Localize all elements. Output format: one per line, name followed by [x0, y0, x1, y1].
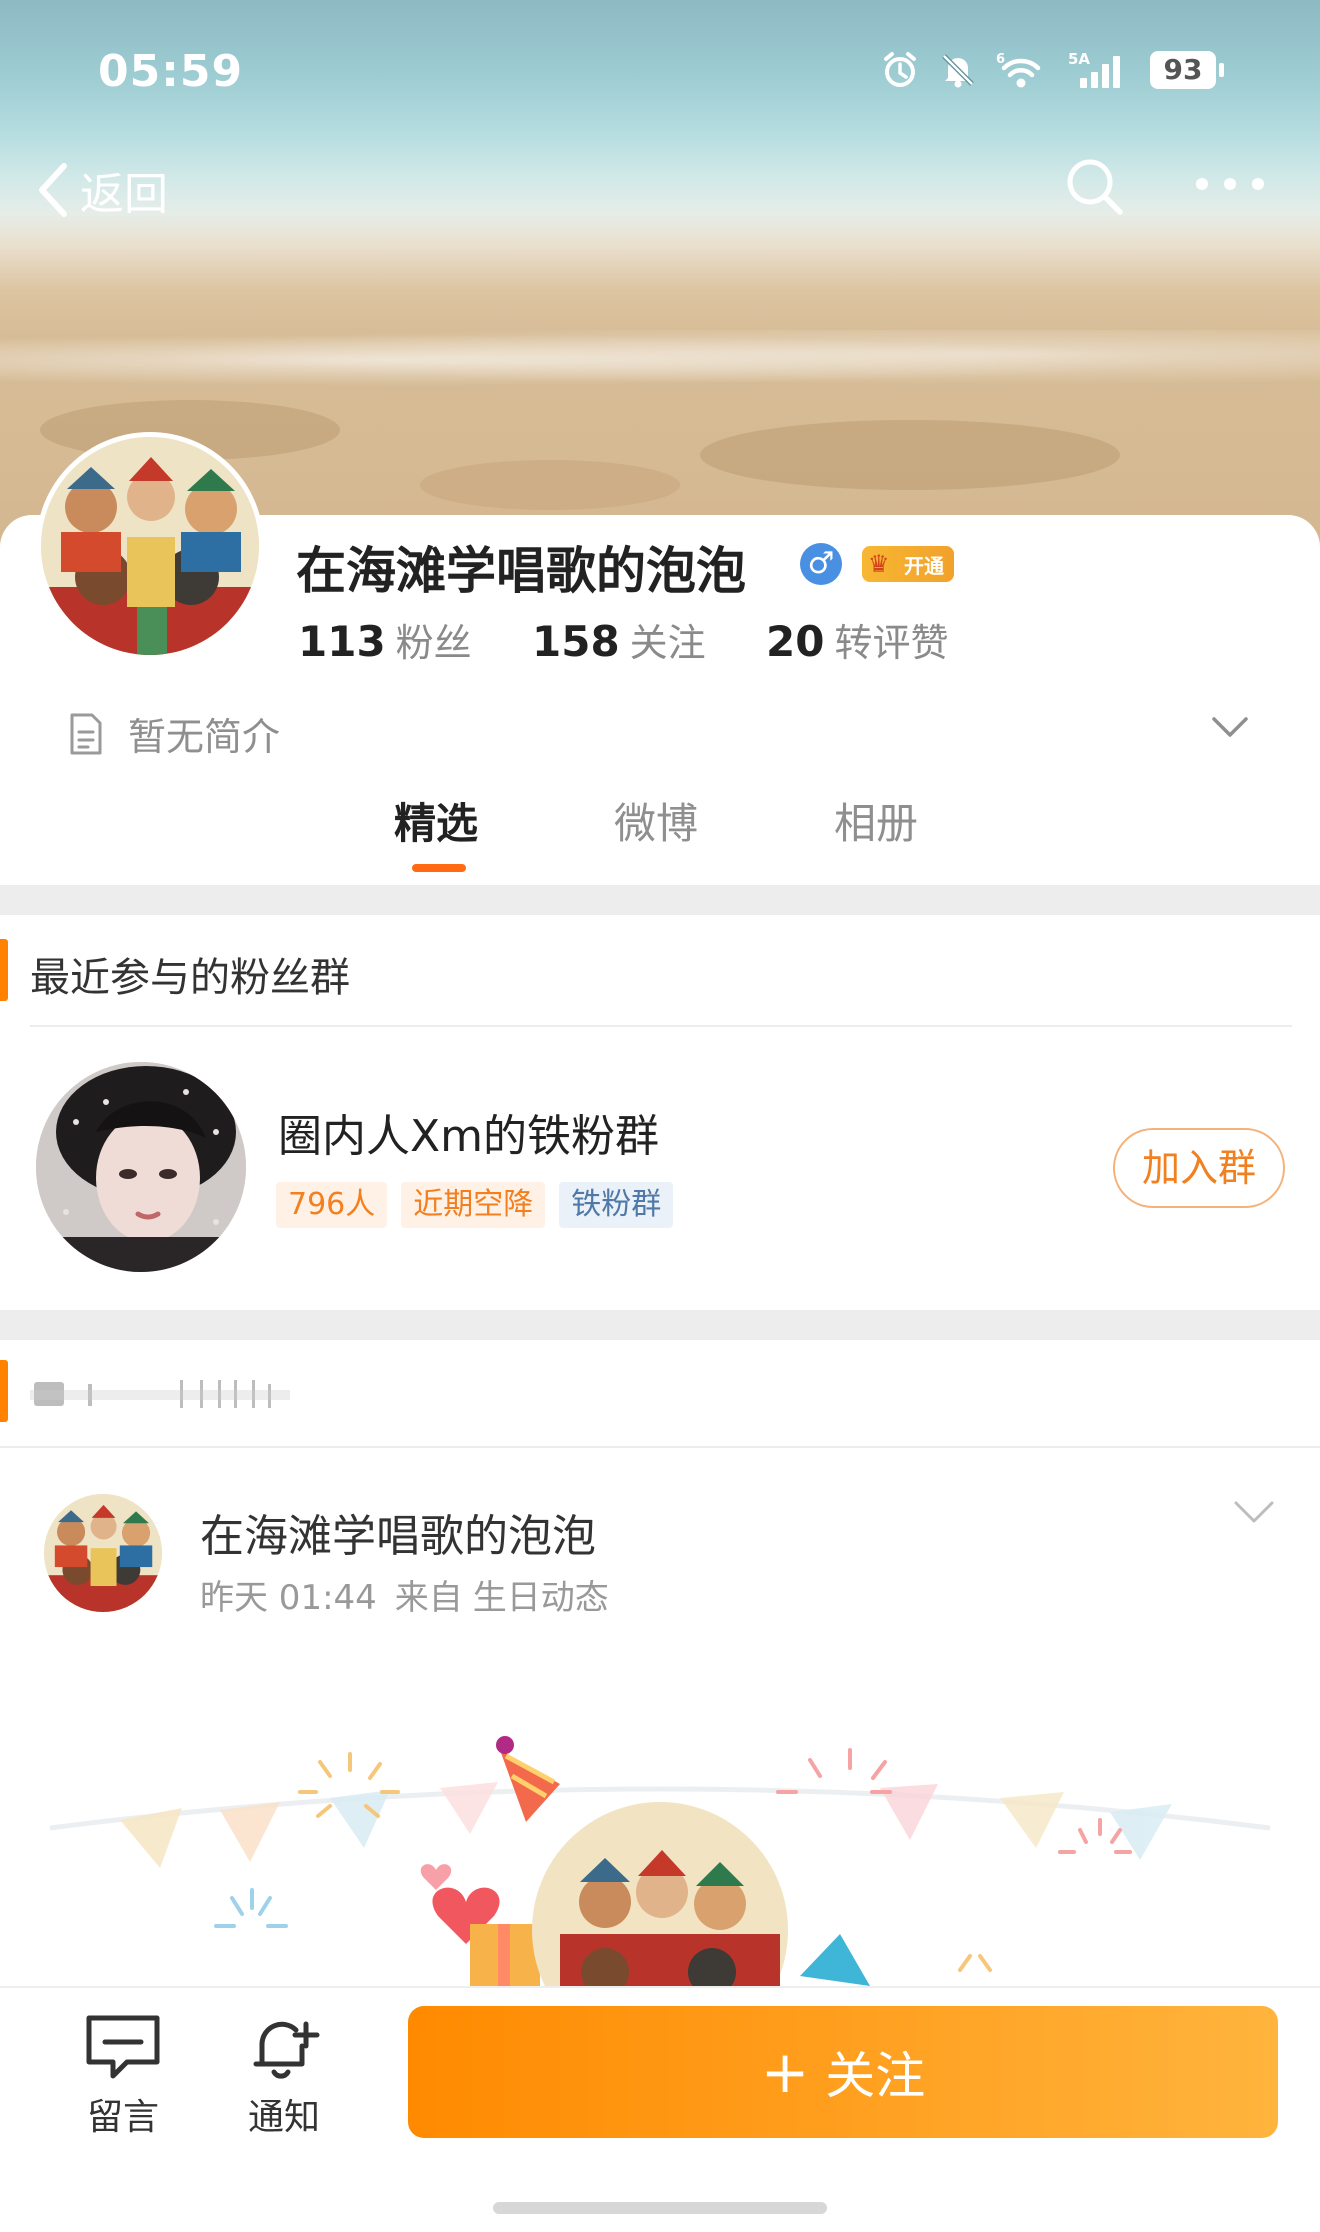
document-icon — [70, 713, 102, 754]
blurred-section-title — [30, 1380, 290, 1408]
section-gap — [0, 1310, 1320, 1340]
wifi-icon: 6 — [996, 52, 1041, 88]
join-group-button[interactable]: 加入群 — [1113, 1128, 1285, 1208]
post-time: 昨天 01:44 — [200, 1578, 377, 1618]
post-author-avatar[interactable] — [44, 1494, 162, 1612]
stat-value: 20 — [766, 617, 825, 666]
post-author-name[interactable]: 在海滩学唱歌的泡泡 — [200, 1500, 596, 1564]
home-indicator[interactable] — [493, 2202, 827, 2214]
group-type-tag: 铁粉群 — [559, 1182, 674, 1228]
alarm-icon — [884, 52, 916, 87]
stat-interactions[interactable]: 20 转评赞 — [766, 612, 948, 667]
avatar-artwork — [41, 437, 259, 655]
profile-intro[interactable]: 暂无简介 — [66, 706, 280, 761]
message-icon — [86, 2015, 160, 2079]
recent-tag: 近期空降 — [401, 1182, 546, 1228]
tab-featured[interactable]: 精选 — [394, 790, 478, 851]
message-label: 留言 — [86, 2097, 159, 2138]
profile-name: 在海滩学唱歌的泡泡 — [296, 542, 746, 600]
avatar-artwork — [44, 1494, 162, 1612]
divider — [0, 1446, 1320, 1448]
divider — [30, 1025, 1292, 1027]
tab-album[interactable]: 相册 — [834, 790, 918, 851]
intro-text: 暂无简介 — [128, 715, 281, 759]
status-bar: 05:59 6 5A 93 — [0, 40, 1320, 110]
notify-label: 通知 — [247, 2097, 320, 2138]
stat-label: 转评赞 — [834, 621, 949, 665]
follow-label: 关注 — [825, 2047, 926, 2105]
follow-button[interactable]: + 关注 — [408, 2006, 1278, 2138]
fan-group-name[interactable]: 圈内人Xm的铁粉群 — [278, 1100, 659, 1164]
crown-icon: ♛ — [868, 550, 890, 578]
message-button[interactable]: 留言 — [68, 2012, 178, 2140]
stat-label: 粉丝 — [395, 621, 472, 665]
gender-male-icon: ♂ — [800, 543, 842, 585]
more-options-icon[interactable] — [1196, 178, 1264, 190]
fan-group-tags: 796人 近期空降 铁粉群 — [276, 1182, 674, 1228]
back-label: 返回 — [80, 169, 168, 220]
birthday-card-image[interactable] — [0, 1680, 1320, 1986]
back-button[interactable]: 返回 — [36, 158, 168, 222]
section-accent-bar — [0, 1360, 8, 1422]
plus-icon: + — [760, 2038, 810, 2106]
status-icons: 6 5A 93 — [880, 50, 1224, 90]
profile-stats: 113 粉丝 158 关注 20 转评赞 — [298, 612, 948, 667]
active-tab-indicator — [412, 864, 466, 872]
top-nav: 返回 — [0, 150, 1320, 230]
vip-label: 开通 — [904, 553, 944, 578]
bell-plus-icon — [253, 2021, 320, 2079]
vip-badge[interactable]: ♛ 开通 — [862, 546, 954, 582]
profile-avatar[interactable] — [36, 432, 264, 660]
chevron-down-icon[interactable] — [1210, 714, 1250, 740]
chevron-down-icon[interactable] — [1232, 1498, 1276, 1526]
tab-weibo[interactable]: 微博 — [614, 790, 698, 851]
fan-group-avatar[interactable] — [36, 1062, 246, 1272]
notify-button[interactable]: 通知 — [229, 2012, 339, 2140]
battery-icon: 93 — [1150, 51, 1224, 89]
mute-bell-icon — [942, 54, 974, 88]
stat-value: 113 — [298, 617, 386, 666]
network-type: 5A — [1068, 50, 1090, 68]
stat-label: 关注 — [629, 621, 706, 665]
wifi-badge: 6 — [996, 52, 1005, 67]
profile-page: 05:59 6 5A 93 返回 在海滩学唱歌的泡泡 ♂ ♛ 开通 113 粉丝… — [0, 0, 1320, 2232]
group-avatar-portrait — [36, 1062, 246, 1272]
post-source-prefix: 来自 — [394, 1578, 463, 1618]
section-gap — [0, 885, 1320, 915]
post-meta: 昨天 01:44 来自 生日动态 — [200, 1570, 609, 1619]
birthday-illustration — [49, 1736, 1271, 1986]
search-icon[interactable] — [1064, 156, 1126, 218]
stat-value: 158 — [532, 617, 620, 666]
stat-fans[interactable]: 113 粉丝 — [298, 612, 532, 667]
section-accent-bar — [0, 939, 8, 1001]
profile-tabs: 精选 微博 相册 — [0, 790, 1320, 885]
member-count-tag: 796人 — [276, 1182, 388, 1228]
section-title: 最近参与的粉丝群 — [30, 955, 350, 1001]
cellular-signal-icon: 5A — [1068, 50, 1120, 88]
fan-group-section-header: 最近参与的粉丝群 — [0, 915, 1320, 1025]
chevron-left-icon — [39, 163, 67, 217]
bottom-action-bar: 留言 通知 + 关注 — [0, 1986, 1320, 2232]
status-time: 05:59 — [98, 46, 244, 97]
stat-following[interactable]: 158 关注 — [532, 612, 766, 667]
post-source[interactable]: 生日动态 — [473, 1570, 609, 1619]
